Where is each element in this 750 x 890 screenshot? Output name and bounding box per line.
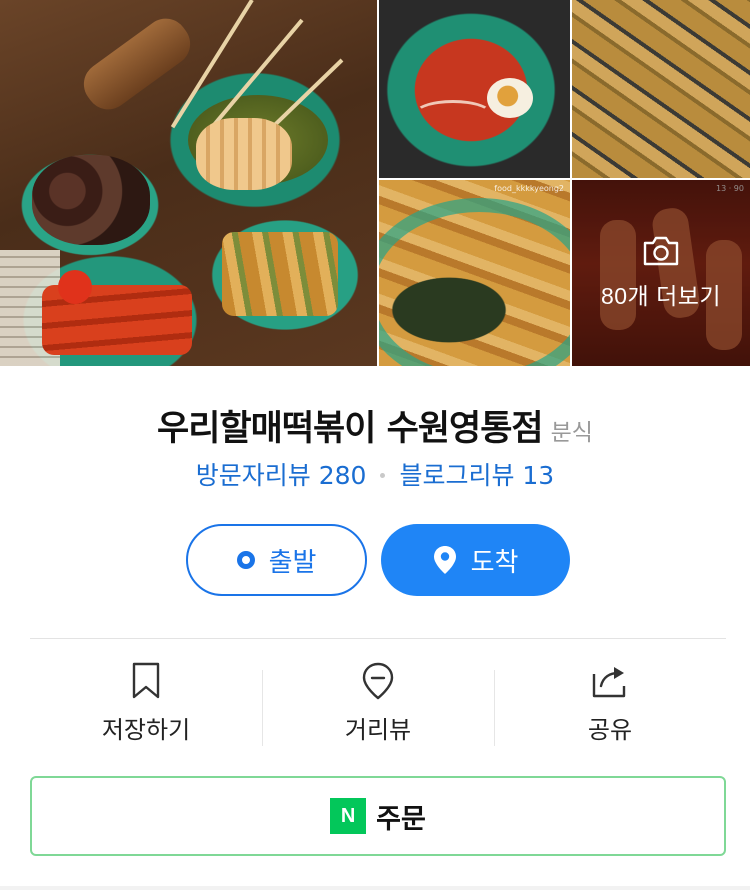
- arrive-button[interactable]: 도착: [381, 524, 570, 596]
- save-button[interactable]: 저장하기: [30, 662, 262, 750]
- naver-n-icon: N: [330, 798, 367, 834]
- depart-label: 출발: [268, 547, 317, 578]
- photo-detail: [75, 9, 199, 119]
- photo-gallery: food_kkkkyeong2 13 · 90 80개 더보기: [0, 0, 750, 366]
- more-photos-button[interactable]: 80개 더보기: [572, 180, 750, 366]
- order-button[interactable]: N 주문: [30, 776, 726, 856]
- bottom-separator: [0, 886, 750, 890]
- streetview-button[interactable]: 거리뷰: [262, 662, 494, 750]
- streetview-label: 거리뷰: [344, 716, 412, 744]
- place-category: 분식: [550, 420, 593, 446]
- blog-review-link[interactable]: 블로그리뷰 13: [399, 461, 554, 490]
- arrive-label: 도착: [470, 547, 519, 578]
- bookmark-icon: [132, 662, 160, 699]
- share-icon: [592, 667, 626, 698]
- main-photo[interactable]: [0, 0, 377, 366]
- fried-photo[interactable]: [572, 0, 750, 178]
- place-title-row: 우리할매떡볶이 수원영통점 분식: [0, 400, 750, 451]
- order-label: 주문: [376, 803, 426, 835]
- visitor-review-link[interactable]: 방문자리뷰 280: [196, 461, 367, 490]
- photo-detail: [413, 100, 493, 130]
- camera-icon: [643, 236, 679, 266]
- more-photos-label: 80개 더보기: [600, 283, 722, 309]
- place-name: 우리할매떡볶이 수원영통점: [157, 409, 544, 449]
- separator-dot: [380, 472, 386, 478]
- photo-detail: [379, 198, 570, 366]
- photo-detail: [32, 155, 150, 245]
- share-label: 공유: [587, 716, 633, 744]
- location-pin-icon: [433, 546, 456, 574]
- depart-button[interactable]: 출발: [186, 524, 367, 596]
- photo-detail: [487, 78, 533, 118]
- review-summary: 방문자리뷰 280 블로그리뷰 13: [0, 456, 750, 492]
- share-button[interactable]: 공유: [494, 662, 726, 750]
- section-divider: [30, 638, 726, 639]
- more-photo[interactable]: 13 · 90 80개 더보기: [572, 180, 750, 366]
- photo-watermark: food_kkkkyeong2: [494, 184, 564, 193]
- streetview-pin-icon: [362, 662, 394, 700]
- tteokbokki-photo[interactable]: [379, 0, 570, 178]
- action-bar: 저장하기 거리뷰 공유: [30, 662, 726, 750]
- save-label: 저장하기: [101, 716, 191, 744]
- photo-detail: [222, 232, 338, 316]
- origin-dot-icon: [236, 551, 255, 569]
- photo-detail: [58, 270, 92, 304]
- photo-detail: [196, 118, 292, 190]
- twigim-photo[interactable]: food_kkkkyeong2: [379, 180, 570, 366]
